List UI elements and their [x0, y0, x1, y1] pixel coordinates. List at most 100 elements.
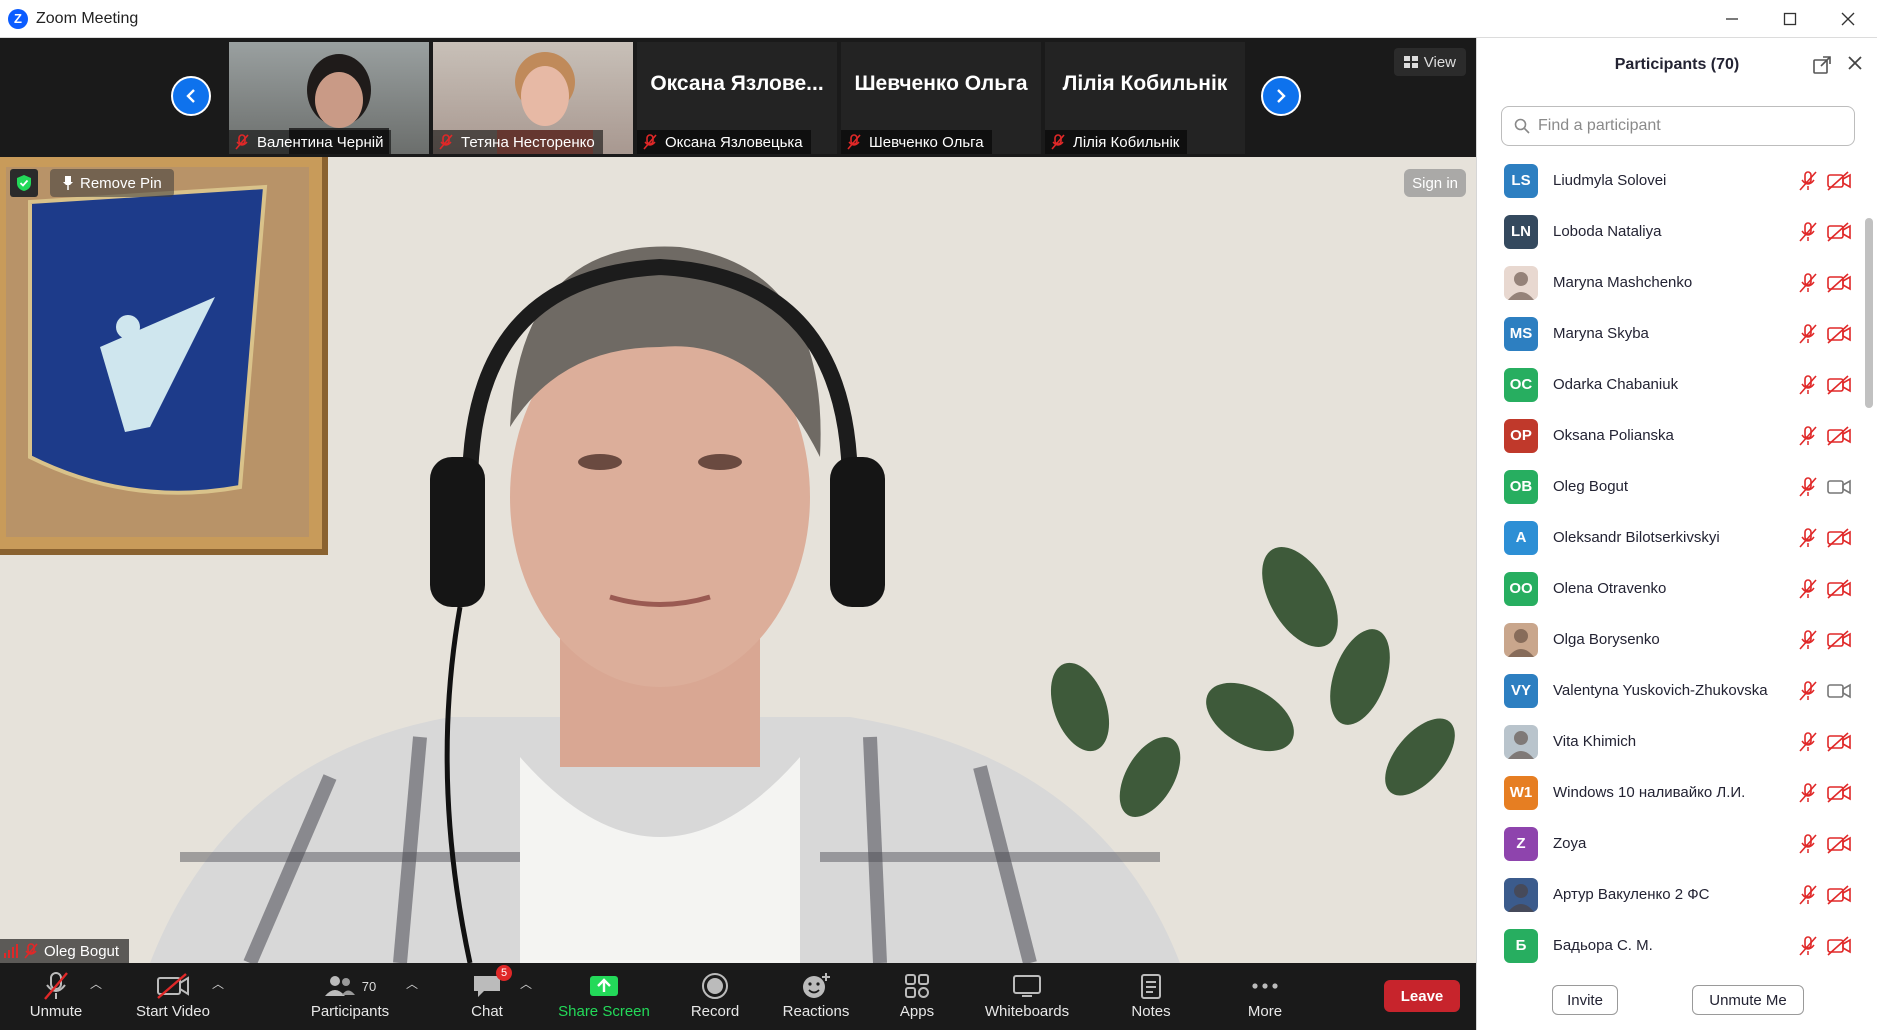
sign-in-button[interactable]: Sign in — [1404, 169, 1466, 197]
video-off-icon[interactable] — [1827, 374, 1851, 395]
share-screen-button[interactable]: Share Screen — [558, 969, 650, 1020]
mic-off-icon[interactable] — [1797, 476, 1819, 498]
participant-row[interactable]: VY Valentyna Yuskovich-Zhukovska — [1477, 665, 1862, 716]
participants-icon — [324, 976, 355, 996]
mic-off-icon[interactable] — [1797, 323, 1819, 345]
video-off-icon[interactable] — [1827, 884, 1851, 905]
close-window-button[interactable] — [1819, 0, 1877, 38]
participant-row[interactable]: Артур Вакуленко 2 ФС — [1477, 869, 1862, 920]
chat-options-caret[interactable]: ︿ — [520, 975, 532, 992]
unmute-button[interactable]: Unmute — [26, 969, 86, 1020]
participants-button[interactable]: 70 Participants — [305, 969, 395, 1020]
video-off-icon[interactable] — [1827, 323, 1851, 344]
leave-button[interactable]: Leave — [1384, 980, 1460, 1012]
video-off-icon[interactable] — [1827, 272, 1851, 293]
chevron-left-icon — [186, 89, 195, 103]
participant-row[interactable]: OC Odarka Chabaniuk — [1477, 359, 1862, 410]
participants-options-caret[interactable]: ︿ — [406, 975, 418, 992]
participant-row[interactable]: LN Loboda Nataliya — [1477, 206, 1862, 257]
remove-pin-button[interactable]: Remove Pin — [50, 169, 174, 197]
gallery-prev-button[interactable] — [171, 76, 211, 116]
participant-avatar: OO — [1504, 571, 1538, 606]
video-off-icon[interactable] — [1827, 170, 1851, 191]
mic-off-icon[interactable] — [1797, 578, 1819, 600]
apps-button[interactable]: Apps — [897, 969, 937, 1020]
notes-icon — [1141, 974, 1161, 999]
audio-options-caret[interactable]: ︿ — [90, 975, 102, 992]
minimize-button[interactable] — [1703, 0, 1761, 38]
video-off-icon[interactable] — [1827, 833, 1851, 854]
participant-row[interactable]: Olga Borysenko — [1477, 614, 1862, 665]
participant-row[interactable]: W1 Windows 10 наливайко Л.И. — [1477, 767, 1862, 818]
view-button[interactable]: View — [1393, 48, 1466, 76]
notes-button[interactable]: Notes — [1129, 969, 1173, 1020]
participant-row[interactable]: MS Maryna Skyba — [1477, 308, 1862, 359]
record-button[interactable]: Record — [690, 969, 740, 1020]
mic-off-icon[interactable] — [1797, 374, 1819, 396]
participant-row[interactable]: Maryna Mashchenko — [1477, 257, 1862, 308]
mic-off-icon[interactable] — [1797, 833, 1819, 855]
participants-label: Participants — [310, 1003, 390, 1020]
video-off-icon[interactable] — [1827, 221, 1851, 242]
video-off-icon[interactable] — [1827, 629, 1851, 650]
title-bar: Z Zoom Meeting — [0, 0, 1877, 38]
mic-off-icon[interactable] — [1797, 629, 1819, 651]
mic-off-icon[interactable] — [1797, 680, 1819, 702]
start-video-button[interactable]: Start Video — [133, 969, 213, 1020]
invite-button[interactable]: Invite — [1552, 985, 1618, 1015]
window-controls — [1703, 0, 1877, 38]
video-off-icon[interactable] — [1827, 731, 1851, 752]
video-off-icon[interactable] — [1827, 527, 1851, 548]
video-off-icon[interactable] — [1827, 425, 1851, 446]
mic-off-icon[interactable] — [1797, 782, 1819, 804]
participant-row[interactable]: OB Oleg Bogut — [1477, 461, 1862, 512]
video-options-caret[interactable]: ︿ — [212, 975, 224, 992]
mic-off-icon[interactable] — [1797, 527, 1819, 549]
participant-row[interactable]: LS Liudmyla Solovei — [1477, 155, 1862, 206]
unmute-me-button[interactable]: Unmute Me — [1692, 985, 1804, 1015]
participant-search-input[interactable] — [1538, 117, 1838, 135]
mic-off-icon[interactable] — [1797, 221, 1819, 243]
mic-off-icon — [235, 134, 249, 150]
participant-search[interactable] — [1501, 106, 1855, 146]
close-panel-button[interactable] — [1847, 54, 1863, 77]
mic-off-icon[interactable] — [1797, 170, 1819, 192]
participant-row[interactable]: OP Oksana Polianska — [1477, 410, 1862, 461]
chat-button[interactable]: 5 Chat — [466, 965, 512, 1020]
whiteboards-button[interactable]: Whiteboards — [982, 969, 1072, 1020]
participant-tile[interactable]: Лілія Кобильнік Лілія Кобильнік — [1045, 42, 1245, 154]
share-screen-icon — [590, 976, 618, 996]
video-on-icon[interactable] — [1827, 477, 1851, 497]
participant-row[interactable]: Vita Khimich — [1477, 716, 1862, 767]
participant-row[interactable]: OO Olena Otravenko — [1477, 563, 1862, 614]
participant-tile-label: Лілія Кобильнік — [1045, 130, 1188, 154]
mic-off-icon[interactable] — [1797, 425, 1819, 447]
encryption-shield-button[interactable] — [10, 169, 38, 197]
participant-tile[interactable]: Валентина Черній — [229, 42, 429, 154]
mic-off-icon[interactable] — [1797, 731, 1819, 753]
video-off-icon[interactable] — [1827, 782, 1851, 803]
video-on-icon[interactable] — [1827, 681, 1851, 701]
participant-list-scrollbar-thumb[interactable] — [1865, 218, 1873, 408]
mic-off-icon[interactable] — [1797, 272, 1819, 294]
video-off-icon[interactable] — [1827, 935, 1851, 956]
participant-avatar: OB — [1504, 469, 1538, 504]
mic-off-icon[interactable] — [1797, 884, 1819, 906]
more-button[interactable]: More — [1243, 969, 1287, 1020]
participant-row[interactable]: Z Zoya — [1477, 818, 1862, 869]
grid-view-icon — [1403, 56, 1418, 68]
mic-off-icon[interactable] — [1797, 935, 1819, 957]
apps-label: Apps — [899, 1003, 935, 1020]
participant-tile[interactable]: Тетяна Несторенко — [433, 42, 633, 154]
participant-tile[interactable]: Оксана Язлове... Оксана Язловецька — [637, 42, 837, 154]
mic-off-icon — [44, 972, 68, 1000]
maximize-button[interactable] — [1761, 0, 1819, 38]
participant-row[interactable]: Б Бадьора С. М. — [1477, 920, 1862, 971]
chat-unread-badge: 5 — [496, 965, 512, 981]
video-off-icon[interactable] — [1827, 578, 1851, 599]
participant-row[interactable]: A Oleksandr Bilotserkivskyi — [1477, 512, 1862, 563]
gallery-next-button[interactable] — [1261, 76, 1301, 116]
reactions-button[interactable]: Reactions — [780, 969, 852, 1020]
participant-tile[interactable]: Шевченко Ольга Шевченко Ольга — [841, 42, 1041, 154]
popout-button[interactable] — [1813, 56, 1831, 79]
